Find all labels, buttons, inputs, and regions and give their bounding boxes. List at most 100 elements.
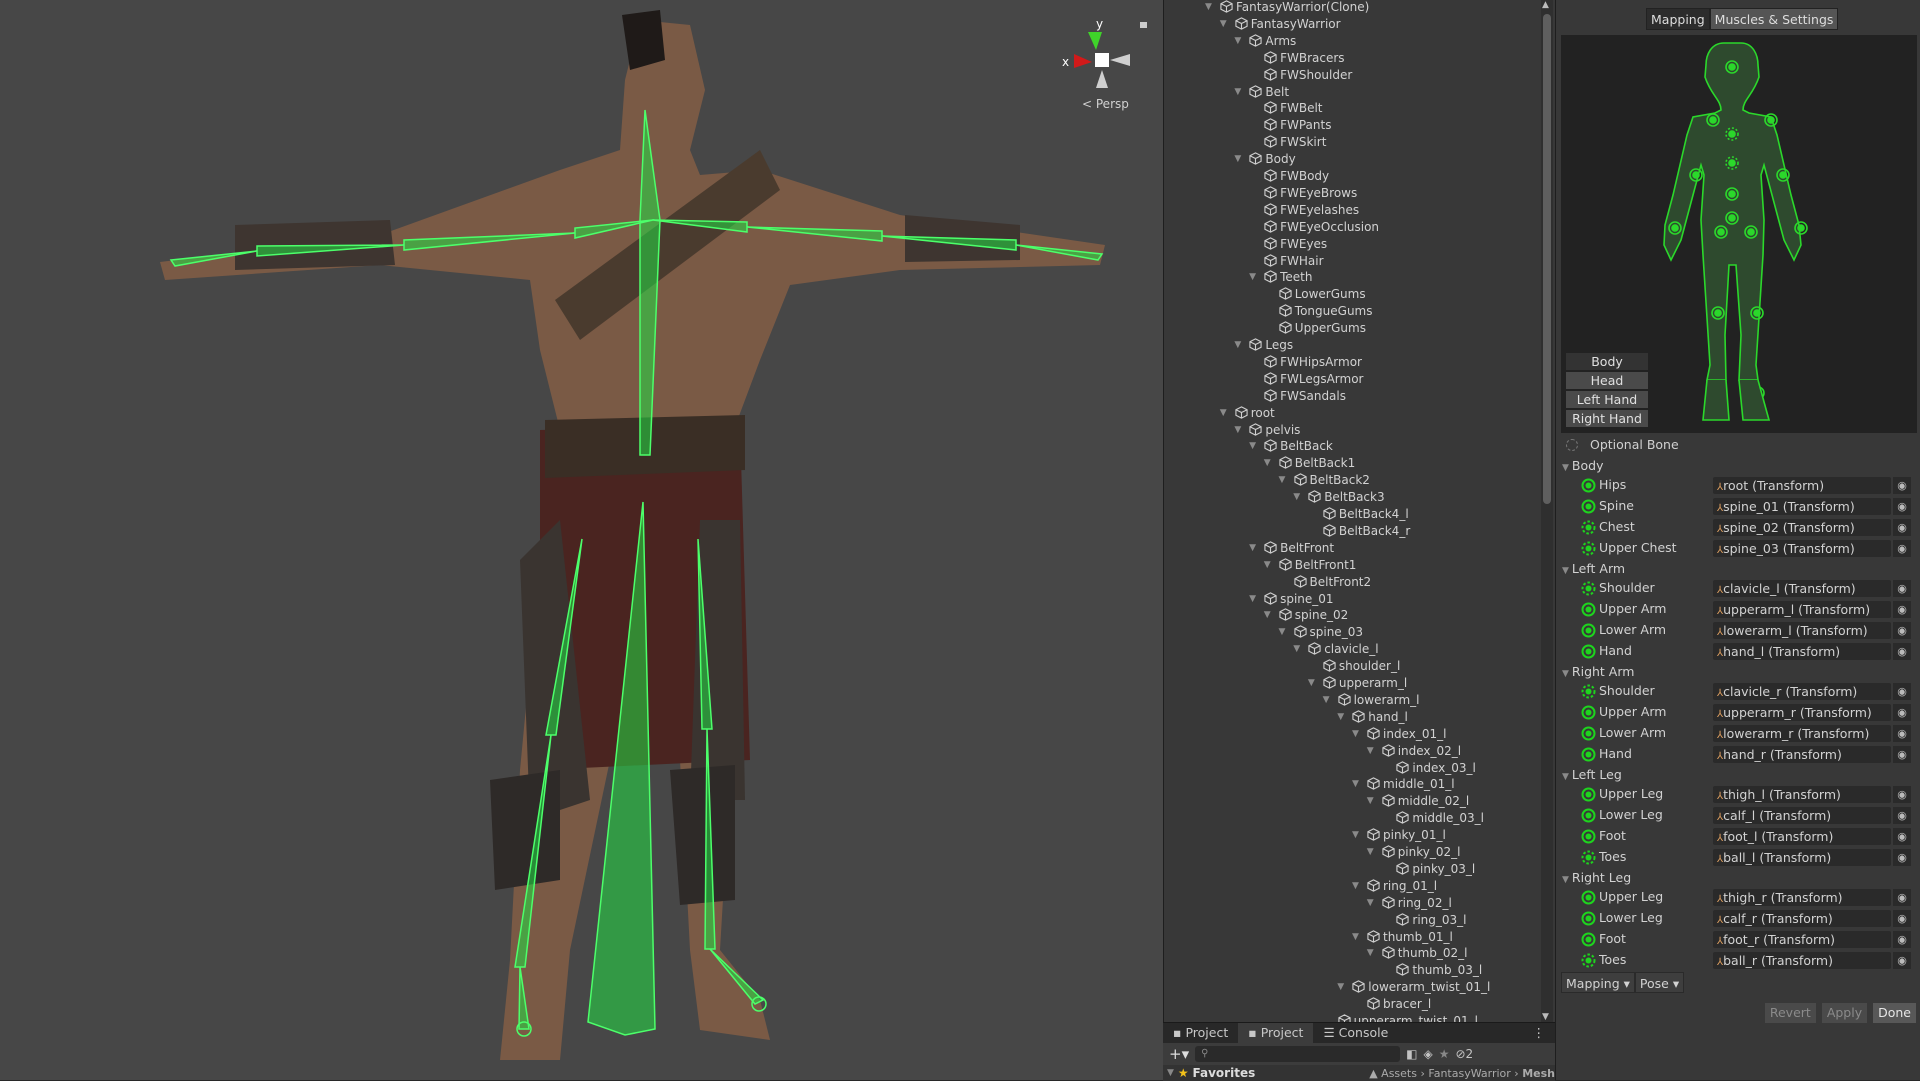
object-picker-icon[interactable]: ◉: [1893, 807, 1911, 824]
required-bone-icon[interactable]: [1581, 747, 1596, 762]
scroll-up-icon[interactable]: ▲: [1542, 0, 1549, 10]
object-picker-icon[interactable]: ◉: [1893, 704, 1911, 721]
expand-arrow-icon[interactable]: ▼: [1352, 878, 1359, 895]
object-picker-icon[interactable]: ◉: [1893, 931, 1911, 948]
hierarchy-item[interactable]: BeltBack4_r: [1323, 523, 1410, 540]
hierarchy-item[interactable]: upperarm_twist_01_l: [1337, 1013, 1478, 1022]
scroll-down-icon[interactable]: ▼: [1542, 1012, 1549, 1022]
hierarchy-item[interactable]: LowerGums: [1279, 286, 1366, 303]
expand-arrow-icon[interactable]: ▼: [1249, 540, 1256, 557]
object-picker-icon[interactable]: ◉: [1893, 601, 1911, 618]
hierarchy-item[interactable]: UpperGums: [1279, 320, 1366, 337]
expand-arrow-icon[interactable]: ▼: [1279, 624, 1286, 641]
mapping-dropdown[interactable]: Mapping ▾: [1561, 972, 1635, 993]
hierarchy-item[interactable]: ▼ upperarm_l: [1308, 675, 1407, 692]
expand-arrow-icon[interactable]: ▼: [1234, 337, 1241, 354]
required-bone-icon[interactable]: [1581, 911, 1596, 926]
search-input[interactable]: ⚲: [1195, 1046, 1401, 1062]
expand-arrow-icon[interactable]: ▼: [1264, 455, 1271, 472]
expand-arrow-icon[interactable]: ▼: [1367, 793, 1374, 810]
hierarchy-item[interactable]: ▼ spine_03: [1279, 624, 1363, 641]
optional-bone-icon[interactable]: [1581, 953, 1596, 968]
hierarchy-item[interactable]: ▼ pinky_02_l: [1367, 844, 1461, 861]
required-bone-icon[interactable]: [1581, 623, 1596, 638]
hierarchy-item[interactable]: ▼ Legs: [1234, 337, 1293, 354]
hierarchy-item[interactable]: ▼ middle_01_l: [1352, 776, 1455, 793]
expand-arrow-icon[interactable]: ▼: [1264, 607, 1271, 624]
required-bone-icon[interactable]: [1581, 478, 1596, 493]
expand-arrow-icon[interactable]: ▼: [1352, 726, 1359, 743]
breadcrumb-assets[interactable]: Assets: [1381, 1067, 1417, 1080]
hierarchy-item[interactable]: middle_03_l: [1396, 810, 1484, 827]
tab-muscles-settings[interactable]: Muscles & Settings: [1709, 8, 1839, 30]
object-picker-icon[interactable]: ◉: [1893, 725, 1911, 742]
object-picker-icon[interactable]: ◉: [1893, 477, 1911, 494]
hierarchy-item[interactable]: ▼ ring_01_l: [1352, 878, 1437, 895]
hierarchy-item[interactable]: ▼ lowerarm_l: [1323, 692, 1420, 709]
expand-arrow-icon[interactable]: ▼: [1337, 709, 1344, 726]
object-picker-icon[interactable]: ◉: [1893, 519, 1911, 536]
bone-group-header[interactable]: ▼ Body: [1556, 456, 1920, 475]
bone-transform-field[interactable]: ⅄thigh_l (Transform): [1713, 786, 1891, 803]
view-left-hand-button[interactable]: Left Hand: [1566, 391, 1648, 408]
expand-arrow-icon[interactable]: ▼: [1234, 33, 1241, 50]
add-menu-button[interactable]: +▾: [1169, 1045, 1189, 1063]
expand-arrow-icon[interactable]: ▼: [1308, 675, 1315, 692]
hierarchy-item[interactable]: ▼ Belt: [1234, 84, 1289, 101]
hierarchy-item[interactable]: TongueGums: [1279, 303, 1373, 320]
bone-transform-field[interactable]: ⅄calf_r (Transform): [1713, 910, 1891, 927]
bone-transform-field[interactable]: ⅄hand_l (Transform): [1713, 643, 1891, 660]
bone-group-header[interactable]: ▼ Left Leg: [1556, 765, 1920, 784]
bone-transform-field[interactable]: ⅄clavicle_r (Transform): [1713, 683, 1891, 700]
tab-console[interactable]: ☰ Console: [1313, 1023, 1398, 1043]
bone-transform-field[interactable]: ⅄root (Transform): [1713, 477, 1891, 494]
hierarchy-item[interactable]: ▼ BeltFront1: [1264, 557, 1357, 574]
hierarchy-item[interactable]: ▼ thumb_01_l: [1352, 929, 1453, 946]
hierarchy-item[interactable]: ▼ BeltBack: [1249, 438, 1333, 455]
expand-arrow-icon[interactable]: ▼: [1367, 945, 1374, 962]
object-picker-icon[interactable]: ◉: [1893, 643, 1911, 660]
required-bone-icon[interactable]: [1581, 705, 1596, 720]
required-bone-icon[interactable]: [1581, 787, 1596, 802]
hierarchy-item[interactable]: ▼ ring_02_l: [1367, 895, 1452, 912]
hierarchy-item[interactable]: thumb_03_l: [1396, 962, 1482, 979]
expand-arrow-icon[interactable]: ▼: [1352, 776, 1359, 793]
expand-arrow-icon[interactable]: ▼: [1264, 557, 1271, 574]
object-picker-icon[interactable]: ◉: [1893, 580, 1911, 597]
bone-transform-field[interactable]: ⅄spine_03 (Transform): [1713, 540, 1891, 557]
hierarchy-item[interactable]: FWShoulder: [1264, 67, 1352, 84]
expand-arrow-icon[interactable]: ▼: [1367, 743, 1374, 760]
hierarchy-item[interactable]: ▼ pinky_01_l: [1352, 827, 1446, 844]
object-picker-icon[interactable]: ◉: [1893, 746, 1911, 763]
hierarchy-item[interactable]: ▼ thumb_02_l: [1367, 945, 1468, 962]
expand-arrow-icon[interactable]: ▼: [1352, 827, 1359, 844]
hierarchy-item[interactable]: ▼ lowerarm_twist_01_l: [1337, 979, 1490, 996]
hierarchy-item[interactable]: shoulder_l: [1323, 658, 1400, 675]
hierarchy-item[interactable]: FWEyelashes: [1264, 202, 1359, 219]
hierarchy-item[interactable]: ▼ root: [1220, 405, 1275, 422]
lock-icon[interactable]: [1140, 22, 1147, 28]
lock-icon[interactable]: ⋮: [1523, 1023, 1556, 1043]
hierarchy-item[interactable]: BeltBack4_l: [1323, 506, 1409, 523]
tab-project-1[interactable]: ▪ Project: [1163, 1023, 1238, 1043]
required-bone-icon[interactable]: [1581, 890, 1596, 905]
required-bone-icon[interactable]: [1581, 829, 1596, 844]
expand-arrow-icon[interactable]: ▼: [1220, 16, 1227, 33]
optional-bone-icon[interactable]: [1581, 850, 1596, 865]
favorite-star-icon[interactable]: ★: [1439, 1047, 1450, 1061]
view-right-hand-button[interactable]: Right Hand: [1566, 410, 1648, 427]
bone-transform-field[interactable]: ⅄lowerarm_r (Transform): [1713, 725, 1891, 742]
hierarchy-item[interactable]: FWLegsArmor: [1264, 371, 1363, 388]
bone-transform-field[interactable]: ⅄thigh_r (Transform): [1713, 889, 1891, 906]
pose-dropdown[interactable]: Pose ▾: [1634, 972, 1685, 993]
optional-bone-icon[interactable]: [1581, 684, 1596, 699]
expand-arrow-icon[interactable]: ▼: [1220, 405, 1227, 422]
hierarchy-item[interactable]: ▼ hand_l: [1337, 709, 1408, 726]
expand-arrow-icon[interactable]: ▼: [1293, 641, 1300, 658]
expand-arrow-icon[interactable]: ▼: [1293, 489, 1300, 506]
hierarchy-item[interactable]: ▼ pelvis: [1234, 422, 1300, 439]
required-bone-icon[interactable]: [1581, 808, 1596, 823]
hierarchy-item[interactable]: FWEyeOcclusion: [1264, 219, 1379, 236]
hierarchy-item[interactable]: ▼ index_01_l: [1352, 726, 1446, 743]
hierarchy-item[interactable]: FWBracers: [1264, 50, 1345, 67]
